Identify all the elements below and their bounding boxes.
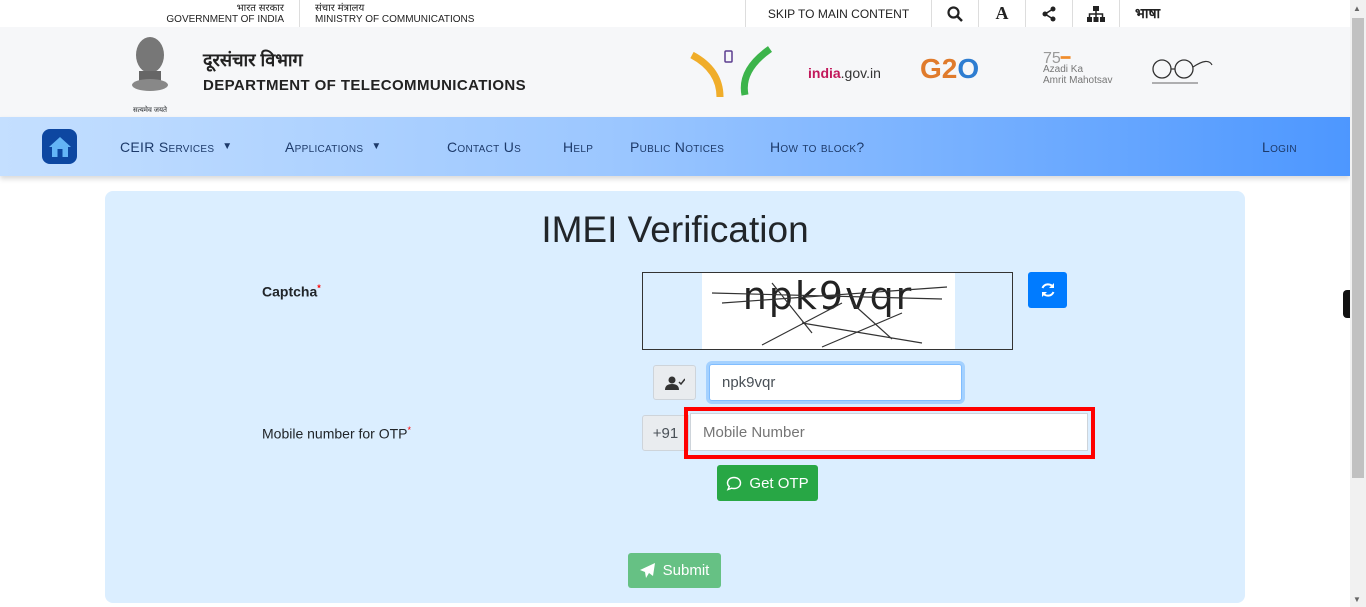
mobile-label: Mobile number for OTP* xyxy=(262,425,411,442)
nav-public-notices[interactable]: Public Notices xyxy=(630,117,724,176)
side-tab[interactable] xyxy=(1343,290,1350,318)
captcha-label-text: Captcha xyxy=(262,283,318,300)
mobile-number-input[interactable] xyxy=(690,413,1088,451)
imei-verification-form: IMEI Verification Captcha* npk9vqr Mobil… xyxy=(105,191,1245,603)
nav-how-to-block[interactable]: How to block? xyxy=(770,117,864,176)
home-icon xyxy=(48,136,71,157)
font-size-icon[interactable]: A xyxy=(979,0,1025,27)
scrollbar[interactable]: ▲ ▼ xyxy=(1350,0,1366,607)
gov-hindi: भारत सरकार xyxy=(236,3,284,14)
search-icon[interactable] xyxy=(932,0,978,27)
paper-plane-icon xyxy=(639,563,655,578)
department-title-english: DEPARTMENT OF TELECOMMUNICATIONS xyxy=(203,77,527,94)
refresh-captcha-button[interactable] xyxy=(1028,272,1067,308)
chevron-down-icon: ▼ xyxy=(371,141,382,152)
ministry-hindi: संचार मंत्रालय xyxy=(315,3,365,14)
captcha-label: Captcha* xyxy=(262,283,321,300)
required-mark: * xyxy=(407,425,412,435)
government-of-india: भारत सरकार GOVERNMENT OF INDIA xyxy=(150,3,284,25)
country-code: +91 xyxy=(642,415,689,451)
emblem-motto: सत्यमेव जयते xyxy=(132,107,168,114)
nav-label: CEIR Services xyxy=(120,138,215,155)
captcha-image: npk9vqr xyxy=(702,273,955,349)
g20-logo[interactable]: G2O xyxy=(920,53,979,85)
sanchar-saathi-logo[interactable] xyxy=(690,45,772,99)
swachh-bharat-logo[interactable] xyxy=(1148,57,1214,87)
comment-icon xyxy=(727,476,742,491)
submit-button[interactable]: Submit xyxy=(628,553,721,588)
ministry: संचार मंत्रालय MINISTRY OF COMMUNICATIONS xyxy=(315,3,474,25)
refresh-icon xyxy=(1041,283,1054,297)
main-navigation: CEIR Services ▼ Applications ▼ Contact Us … xyxy=(0,117,1350,176)
gov-english: GOVERNMENT OF INDIA xyxy=(166,14,284,25)
login-link[interactable]: Login xyxy=(1262,117,1297,176)
get-otp-button[interactable]: Get OTP xyxy=(717,465,818,501)
get-otp-label: Get OTP xyxy=(749,474,809,492)
top-bar: भारत सरकार GOVERNMENT OF INDIA संचार मंत्… xyxy=(0,0,1350,27)
language-selector[interactable]: भाषा xyxy=(1135,0,1160,27)
share-icon[interactable] xyxy=(1026,0,1072,27)
captcha-box: npk9vqr xyxy=(642,272,1013,350)
ministry-english: MINISTRY OF COMMUNICATIONS xyxy=(315,14,475,25)
nav-label: Applications xyxy=(285,138,364,155)
page-title: IMEI Verification xyxy=(541,209,809,250)
required-mark: * xyxy=(317,283,321,293)
submit-label: Submit xyxy=(662,562,710,579)
azadi-ka-amrit-mahotsav-logo[interactable]: 75━ Azadi Ka Amrit Mahotsav xyxy=(1043,51,1112,87)
india-gov-logo[interactable]: india.gov.in xyxy=(808,65,881,81)
captcha-input[interactable] xyxy=(709,364,962,401)
nav-ceir-services[interactable]: CEIR Services ▼ xyxy=(120,117,233,176)
mobile-label-text: Mobile number for OTP xyxy=(262,425,408,442)
chevron-down-icon: ▼ xyxy=(222,141,233,152)
emblem-logo: सत्यमेव जयते xyxy=(127,33,173,114)
skip-to-main-content-link[interactable]: SKIP TO MAIN CONTENT xyxy=(746,0,931,27)
header: सत्यमेव जयते दूरसंचार विभाग DEPARTMENT O… xyxy=(0,27,1350,117)
nav-applications[interactable]: Applications ▼ xyxy=(285,117,382,176)
department-title-hindi: दूरसंचार विभाग xyxy=(203,50,303,70)
home-button[interactable] xyxy=(42,129,77,164)
nav-help[interactable]: Help xyxy=(563,117,593,176)
sitemap-icon[interactable] xyxy=(1073,0,1119,27)
user-check-icon xyxy=(653,365,696,400)
nav-contact-us[interactable]: Contact Us xyxy=(447,117,521,176)
